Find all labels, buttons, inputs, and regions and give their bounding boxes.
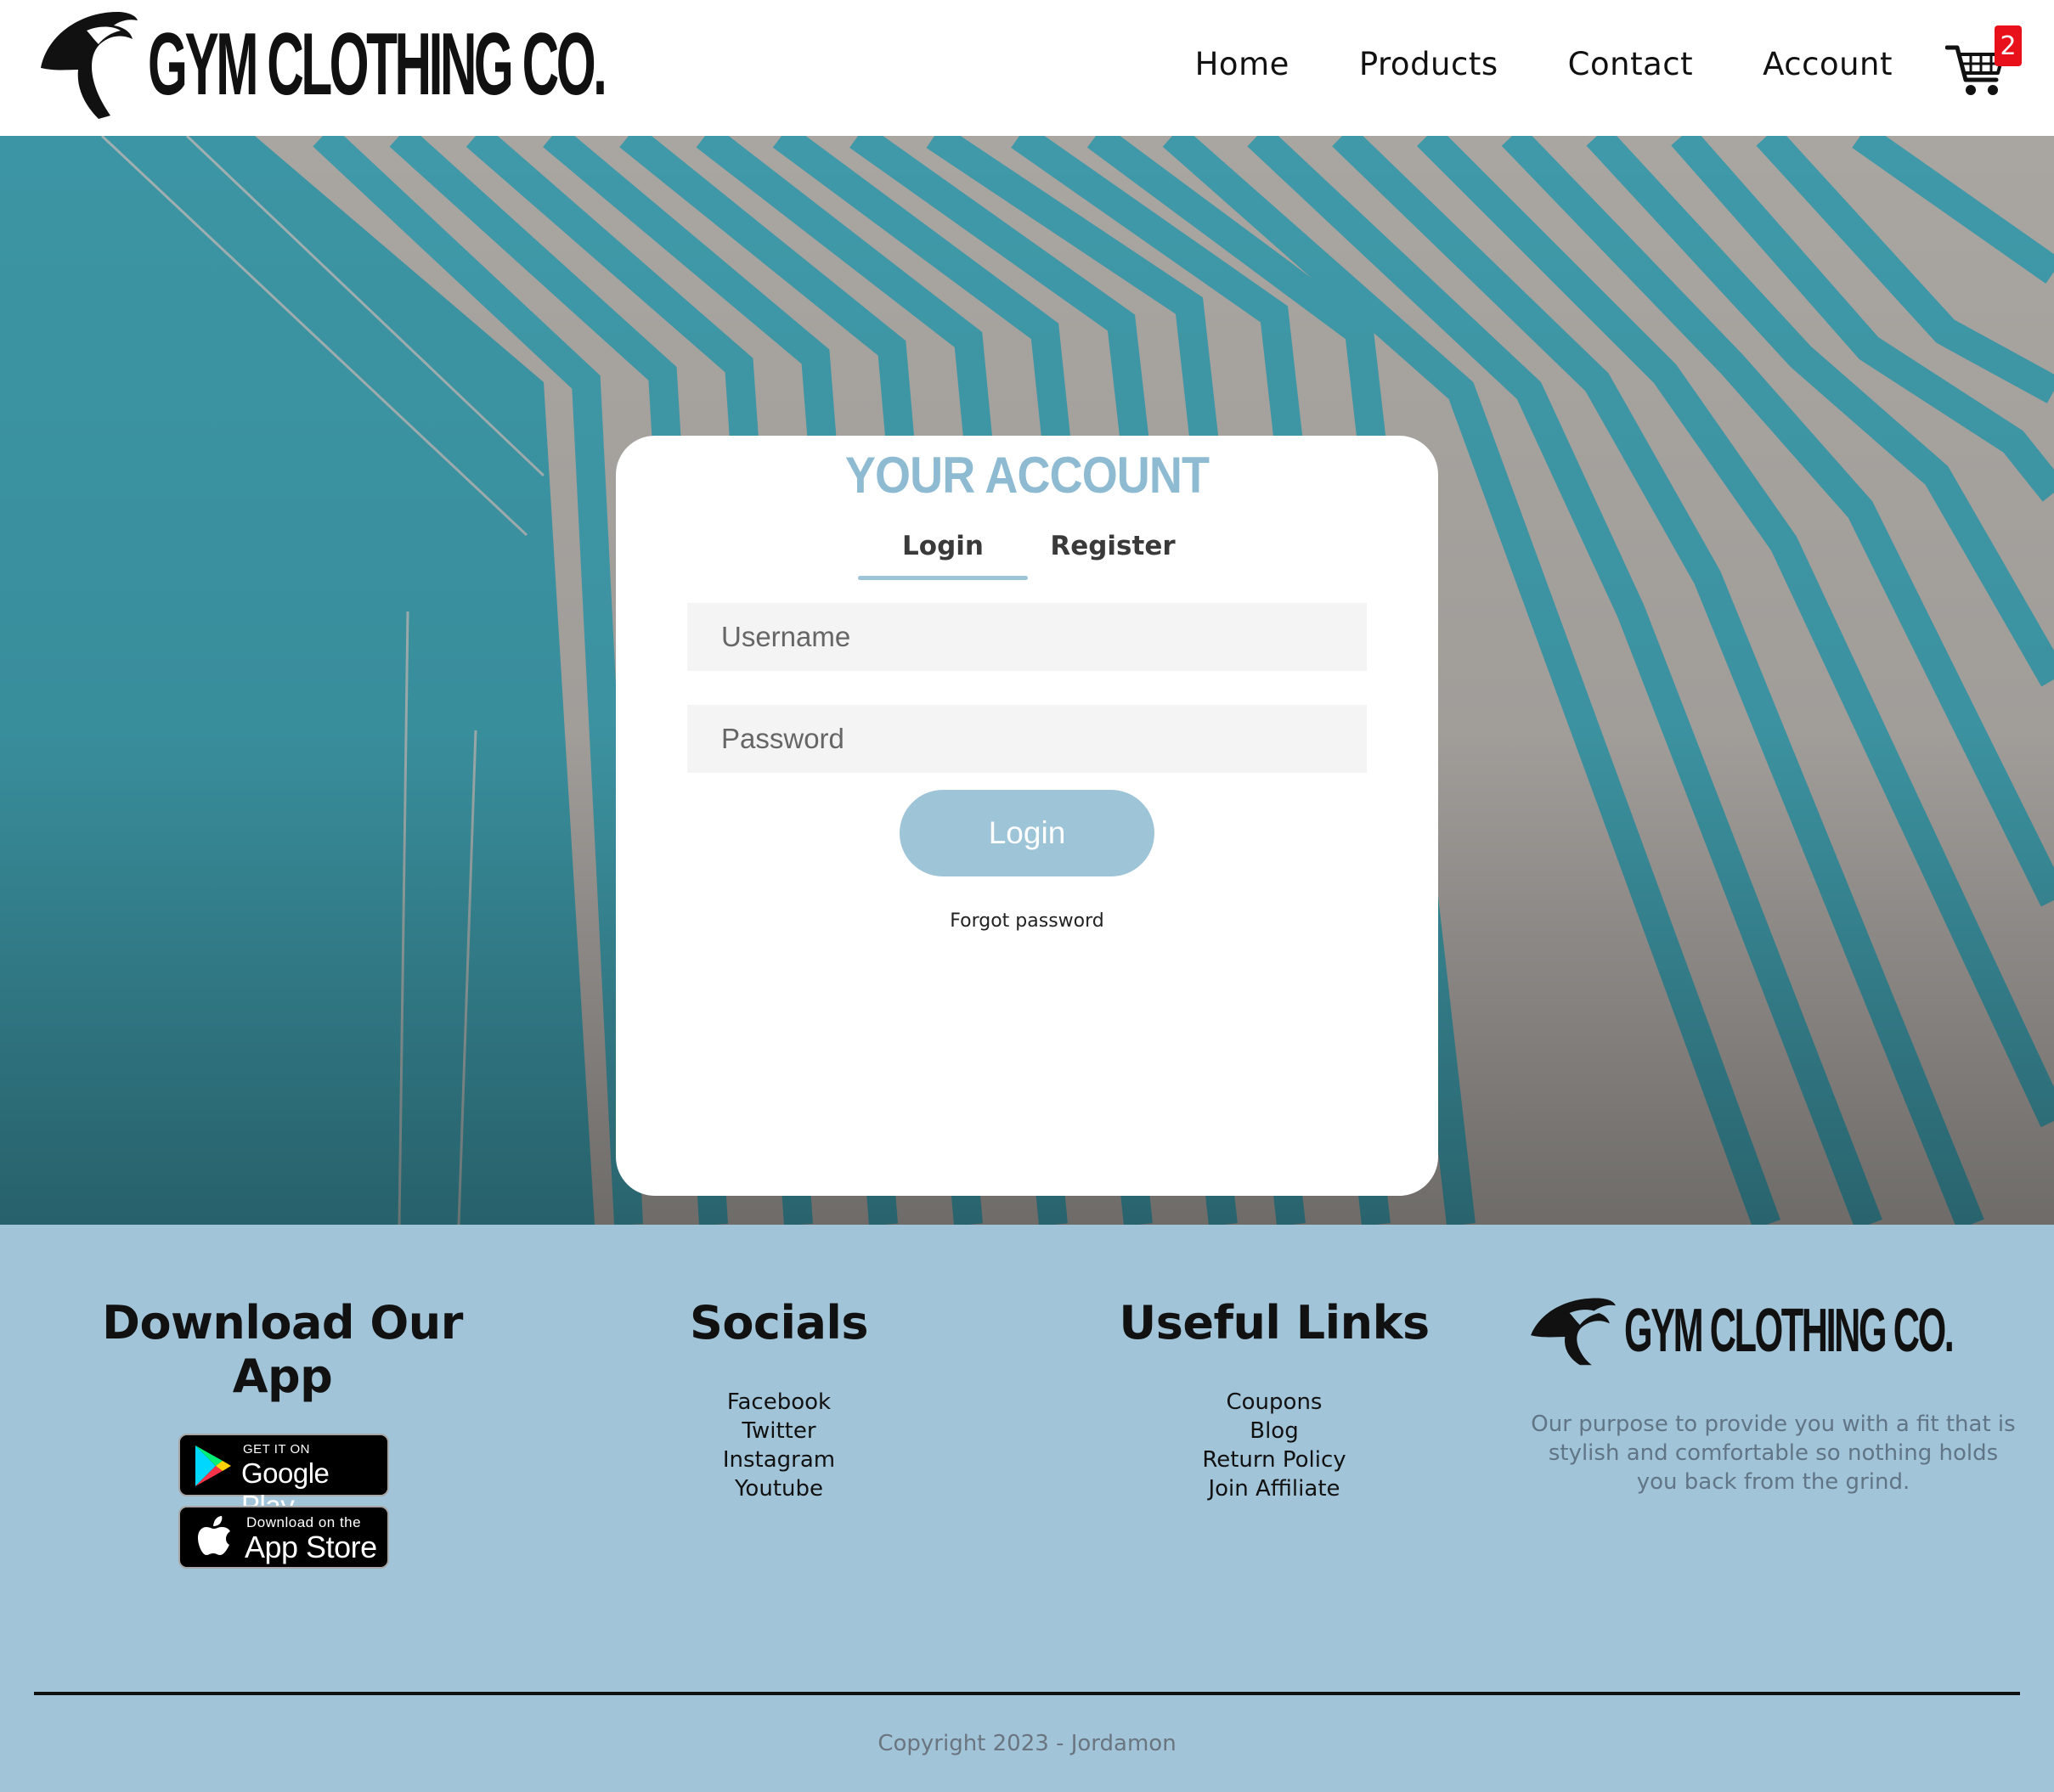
logo-text: GYM CLOTHING CO. xyxy=(148,15,607,114)
site-footer: Download Our App GET IT ON Google Play D… xyxy=(0,1225,2054,1792)
password-input[interactable] xyxy=(687,705,1367,773)
account-title: YOUR ACCOUNT xyxy=(844,447,1210,504)
download-app-heading: Download Our App xyxy=(102,1296,463,1403)
forgot-password-link[interactable]: Forgot password xyxy=(616,910,1438,932)
nav-contact[interactable]: Contact xyxy=(1568,46,1693,82)
link-blog[interactable]: Blog xyxy=(1104,1417,1444,1445)
site-header: GYM CLOTHING CO. Home Products Contact A… xyxy=(0,0,2054,136)
apple-icon xyxy=(198,1516,230,1555)
footer-divider xyxy=(34,1692,2020,1695)
socials-heading: Socials xyxy=(689,1296,869,1350)
footer-purpose-text: Our purpose to provide you with a fit th… xyxy=(1531,1412,2016,1495)
login-button[interactable]: Login xyxy=(900,790,1154,876)
google-play-icon xyxy=(195,1445,231,1486)
social-link-facebook[interactable]: Facebook xyxy=(609,1388,949,1417)
social-link-youtube[interactable]: Youtube xyxy=(609,1474,949,1503)
google-play-small-text: GET IT ON xyxy=(243,1442,310,1457)
account-card: YOUR ACCOUNT Login Register Login Forgot… xyxy=(616,436,1438,1196)
eagle-logo-icon xyxy=(1531,1298,1616,1366)
tab-login[interactable]: Login xyxy=(858,531,1028,561)
username-input[interactable] xyxy=(687,603,1367,671)
socials-list: Facebook Twitter Instagram Youtube xyxy=(609,1388,949,1503)
footer-logo-text: GYM CLOTHING CO. xyxy=(1624,1297,1955,1365)
link-join-affiliate[interactable]: Join Affiliate xyxy=(1104,1474,1444,1503)
cart-count-badge: 2 xyxy=(1995,25,2022,66)
nav-home[interactable]: Home xyxy=(1195,46,1289,82)
app-store-small-text: Download on the xyxy=(246,1514,362,1530)
nav-account[interactable]: Account xyxy=(1763,46,1893,82)
google-play-button[interactable]: GET IT ON Google Play xyxy=(178,1434,389,1521)
hero-section: YOUR ACCOUNT Login Register Login Forgot… xyxy=(0,136,2054,1225)
social-link-twitter[interactable]: Twitter xyxy=(609,1417,949,1445)
useful-links-list: Coupons Blog Return Policy Join Affiliat… xyxy=(1104,1388,1444,1503)
copyright-text: Copyright 2023 - Jordamon xyxy=(877,1731,1177,1756)
footer-logo[interactable]: GYM CLOTHING CO. xyxy=(1529,1295,2054,1367)
active-tab-indicator xyxy=(858,576,1028,580)
eagle-logo-icon xyxy=(41,12,138,119)
social-link-instagram[interactable]: Instagram xyxy=(609,1445,949,1474)
main-nav: Home Products Contact Account xyxy=(1126,46,1986,82)
app-store-big-text: App Store xyxy=(245,1530,377,1564)
site-logo[interactable]: GYM CLOTHING CO. xyxy=(39,8,935,121)
nav-products[interactable]: Products xyxy=(1359,46,1498,82)
app-store-button[interactable]: Download on the App Store xyxy=(178,1506,389,1569)
link-coupons[interactable]: Coupons xyxy=(1104,1388,1444,1417)
useful-links-heading: Useful Links xyxy=(1119,1296,1430,1350)
link-return-policy[interactable]: Return Policy xyxy=(1104,1445,1444,1474)
tab-register[interactable]: Register xyxy=(1028,531,1198,561)
